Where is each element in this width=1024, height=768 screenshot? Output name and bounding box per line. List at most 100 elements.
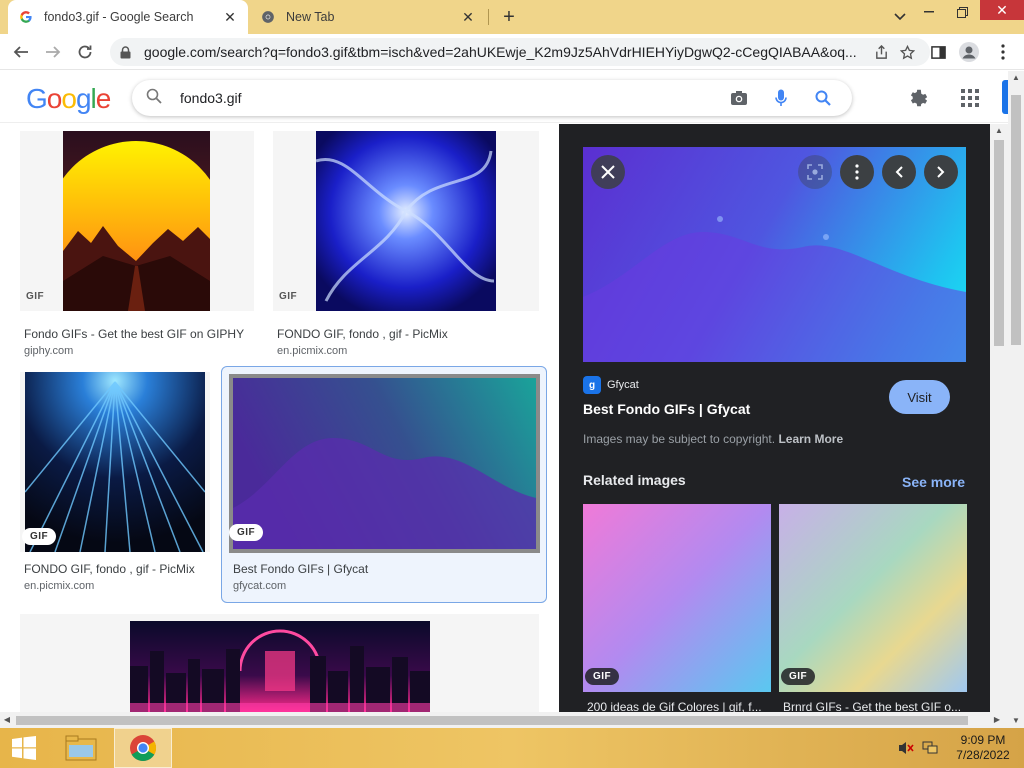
preview-vertical-scrollbar[interactable]: ▲ [990,124,1008,712]
chrome-taskbar-icon[interactable] [114,728,172,768]
scroll-up-arrow-icon[interactable]: ▲ [990,124,1008,138]
next-image-chevron-icon[interactable] [924,155,958,189]
lens-search-icon[interactable] [798,155,832,189]
google-search-box [132,80,852,116]
scrollbar-thumb[interactable] [16,716,968,725]
search-input[interactable] [180,90,712,106]
tab-separator [488,9,489,25]
window-minimize-icon[interactable] [915,0,943,24]
volume-muted-icon[interactable] [896,728,916,768]
preview-source[interactable]: g Gfycat [583,376,639,394]
result-title[interactable]: Fondo GIFs - Get the best GIF on GIPHY [24,327,244,341]
start-windows-icon[interactable] [6,728,42,768]
result-thumbnail-frame: GIF [273,131,539,311]
tab-strip: fondo3.gif - Google Search ✕ New Tab ✕ +… [0,0,1024,34]
visit-button[interactable]: Visit [889,380,950,414]
preview-title[interactable]: Best Fondo GIFs | Gfycat [583,401,750,417]
system-clock[interactable]: 9:09 PM 7/28/2022 [950,733,1016,763]
address-bar[interactable]: google.com/search?q=fondo3.gif&tbm=isch&… [110,38,930,66]
search-submit-icon[interactable] [808,83,838,113]
close-preview-icon[interactable] [591,155,625,189]
image-result-card[interactable]: GIF FONDO GIF, fondo , gif - PicMix en.p… [20,372,210,594]
new-tab-plus-icon[interactable]: + [498,7,520,29]
image-results-grid: GIF Fondo GIFs - Get the best GIF on GIP… [0,124,558,712]
result-source: gfycat.com [233,580,287,592]
tab-new-tab[interactable]: New Tab ✕ [250,0,486,34]
image-result-card[interactable] [20,614,539,712]
windows-taskbar: 9:09 PM 7/28/2022 [0,728,1024,768]
image-preview-panel: g Gfycat Best Fondo GIFs | Gfycat Visit … [559,124,990,712]
horizontal-scrollbar[interactable]: ◀ ▶ [0,712,1008,728]
result-title[interactable]: Best Fondo GIFs | Gfycat [233,562,368,576]
scroll-left-arrow-icon[interactable]: ◀ [0,712,14,728]
rainbow-blur-image [779,504,967,692]
scrollbar-thumb[interactable] [1011,95,1021,345]
previous-image-chevron-icon[interactable] [882,155,916,189]
url-text: google.com/search?q=fondo3.gif&tbm=isch&… [144,44,857,60]
related-image-card[interactable]: GIF [583,504,771,692]
gif-badge: GIF [22,528,57,545]
sunset-thumbnail-image [63,131,210,311]
browser-menu-kebab-icon[interactable] [990,40,1016,64]
scroll-right-arrow-icon[interactable]: ▶ [990,712,1004,728]
pastel-gradient-image [583,504,771,692]
camera-search-icon[interactable] [724,83,754,113]
result-title[interactable]: FONDO GIF, fondo , gif - PicMix [277,327,448,341]
google-logo[interactable]: Google [26,83,111,115]
chrome-favicon-icon [260,9,276,25]
related-images-heading: Related images [583,472,686,488]
back-arrow-icon[interactable] [8,40,34,64]
clock-date: 7/28/2022 [956,748,1010,762]
network-icon[interactable] [920,728,940,768]
related-image-caption[interactable]: Brnrd GIFs - Get the best GIF o... [783,700,967,712]
related-image-card[interactable]: GIF [779,504,967,692]
result-thumbnail-frame: GIF [20,372,210,552]
result-source: en.picmix.com [277,345,348,357]
tab-google-search[interactable]: fondo3.gif - Google Search ✕ [8,0,248,34]
scrollbar-thumb[interactable] [994,140,1004,346]
gif-badge: GIF [229,524,264,541]
image-result-card[interactable]: GIF Fondo GIFs - Get the best GIF on GIP… [20,131,254,357]
see-more-link[interactable]: See more [902,474,965,490]
screen: fondo3.gif - Google Search ✕ New Tab ✕ +… [0,0,1024,768]
reload-icon[interactable] [72,40,98,64]
more-options-kebab-icon[interactable] [840,155,874,189]
page-vertical-scrollbar[interactable]: ▲ ▼ [1008,71,1024,728]
clock-time: 9:09 PM [960,733,1006,747]
result-source: en.picmix.com [24,580,95,592]
tab-close-icon[interactable]: ✕ [460,9,476,25]
window-restore-icon[interactable] [948,0,976,24]
preview-source-name: Gfycat [607,379,639,391]
copyright-text: Images may be subject to copyright. [583,432,776,446]
image-result-card[interactable]: GIF FONDO GIF, fondo , gif - PicMix en.p… [273,131,539,357]
neon-city-thumbnail-image [130,621,430,712]
learn-more-link[interactable]: Learn More [778,432,843,446]
tab-search-chevron-icon[interactable] [888,5,912,29]
profile-avatar-icon[interactable] [956,40,982,64]
microphone-icon[interactable] [766,83,796,113]
file-explorer-icon[interactable] [60,728,102,768]
google-favicon-icon [18,9,34,25]
google-apps-grid-icon[interactable] [957,85,983,111]
bookmark-star-icon[interactable] [894,44,920,60]
browser-toolbar: google.com/search?q=fondo3.gif&tbm=isch&… [0,34,1024,70]
result-source: giphy.com [24,345,74,357]
gif-badge: GIF [585,668,620,685]
forward-arrow-icon[interactable] [40,40,66,64]
image-result-card-selected[interactable]: GIF Best Fondo GIFs | Gfycat gfycat.com [221,366,547,603]
result-thumbnail-frame: GIF [20,131,254,311]
side-panel-icon[interactable] [925,40,951,64]
result-thumbnail-frame [20,614,539,712]
gif-badge: GIF [26,291,45,302]
scroll-down-arrow-icon[interactable]: ▼ [1008,714,1024,728]
scroll-up-arrow-icon[interactable]: ▲ [1008,71,1024,85]
tab-close-icon[interactable]: ✕ [222,9,238,25]
window-close-icon[interactable]: ✕ [980,0,1024,20]
gradient-wave-thumbnail-image [233,378,536,549]
gif-badge: GIF [781,668,816,685]
related-image-caption[interactable]: 200 ideas de Gif Colores | gif, f... [587,700,771,712]
settings-gear-icon[interactable] [906,85,932,111]
result-title[interactable]: FONDO GIF, fondo , gif - PicMix [24,562,195,576]
share-icon[interactable] [868,44,894,60]
gif-badge: GIF [279,291,298,302]
